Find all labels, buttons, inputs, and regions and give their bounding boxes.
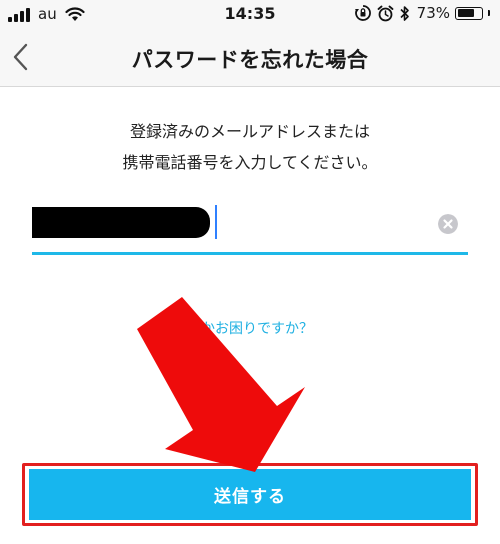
email-or-phone-field[interactable]: [32, 196, 468, 256]
screen-rotation-lock-icon: [354, 5, 371, 21]
submit-button[interactable]: 送信する: [29, 469, 471, 520]
instruction-text: 登録済みのメールアドレスまたは 携帯電話番号を入力してください。: [0, 116, 500, 178]
page-title: パスワードを忘れた場合: [131, 48, 369, 72]
bluetooth-icon: [400, 5, 409, 21]
battery-fill: [457, 9, 474, 17]
status-bar: au 14:35 73%: [0, 0, 500, 30]
alarm-icon: [377, 5, 394, 21]
instruction-line-2: 携帯電話番号を入力してください。: [122, 153, 378, 172]
text-caret: [215, 205, 217, 239]
input-underline: [32, 252, 468, 255]
status-right: 73%: [354, 4, 490, 22]
clear-icon[interactable]: [438, 214, 458, 234]
nav-bar: パスワードを忘れた場合: [0, 30, 500, 87]
instruction-line-1: 登録済みのメールアドレスまたは: [129, 122, 370, 141]
battery-percent: 73%: [416, 4, 450, 22]
help-link[interactable]: 何かお困りですか？: [0, 318, 500, 338]
redacted-input-value: [32, 207, 210, 238]
battery-tip: [488, 10, 490, 16]
battery-icon: [455, 6, 483, 20]
